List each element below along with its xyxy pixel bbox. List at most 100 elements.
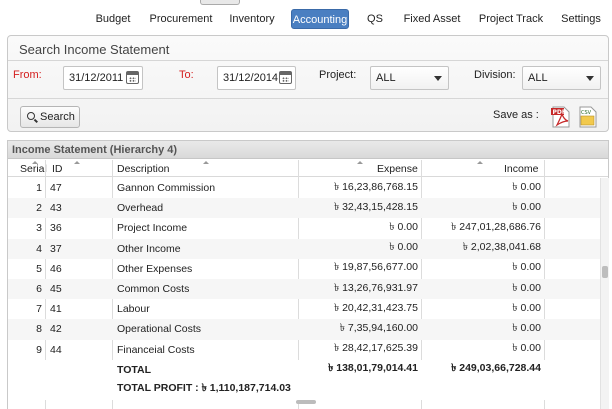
table-row[interactable]: 1 47 Gannon Commission ৳ 16,23,86,768.15 ৳ 0… (8, 178, 601, 198)
cell-serial: 7 (36, 303, 42, 316)
from-date-field[interactable]: 31/12/2011 (63, 66, 143, 90)
sort-icon (477, 161, 483, 164)
sort-icon (357, 161, 363, 164)
table-row[interactable]: 7 41 Labour ৳ 20,42,31,423.75 ৳ 0.00 (8, 299, 601, 319)
cell-empty (545, 379, 601, 401)
search-panel: Search Income Statement From: 31/12/2011… (7, 35, 609, 132)
cell-income: ৳ 0.00 (512, 342, 541, 355)
table-row[interactable]: 6 45 Common Costs ৳ 13,26,76,931.97 ৳ 0.00 (8, 278, 601, 300)
cell-empty (545, 238, 601, 259)
nav-budget[interactable]: Budget (92, 9, 134, 29)
cell-description: Other Income (113, 238, 299, 259)
cell-empty (545, 319, 601, 340)
sort-icon (32, 161, 38, 164)
table-row[interactable]: 9 44 Financeial Costs ৳ 28,42,17,625.39 ৳ 0.… (8, 340, 601, 360)
cell-id: 47 (50, 182, 62, 195)
table-row[interactable]: 4 37 Other Income ৳ 0.00 ৳ 2,02,38,041.68 (8, 238, 601, 259)
cell-expense: ৳ 19,87,56,677.00 (333, 261, 418, 274)
cell-empty (545, 178, 601, 198)
cell-description: Operational Costs (113, 319, 299, 340)
nav-fixed-asset[interactable]: Fixed Asset (402, 9, 462, 29)
cell-income: ৳ 0.00 (422, 319, 545, 340)
cell-expense: ৳ 32,43,15,428.15 (299, 198, 422, 219)
column-header-serial[interactable]: Serial (20, 160, 47, 177)
panel-title: Search Income Statement (19, 42, 170, 57)
column-header-income[interactable]: Income (477, 160, 538, 177)
calendar-icon[interactable] (126, 71, 139, 84)
grid-title: Income Statement (Hierarchy 4) (8, 141, 608, 159)
cell-description: Financeial Costs (117, 343, 195, 356)
scrollbar-thumb[interactable] (602, 266, 608, 278)
table-row[interactable]: 5 46 Other Expenses ৳ 19,87,56,677.00 ৳ 0.00 (8, 259, 601, 279)
cell-expense: ৳ 28,42,17,625.39 (333, 342, 418, 355)
chevron-down-icon (434, 76, 442, 81)
cell-expense: ৳ 20,42,31,423.75 (333, 301, 418, 314)
cell-empty (8, 379, 46, 401)
division-select-value: ALL (528, 72, 548, 84)
calendar-icon[interactable] (279, 71, 292, 84)
nav-inventory[interactable]: Inventory (228, 9, 276, 29)
from-date-value: 31/12/2011 (69, 72, 124, 84)
cell-description: Common Costs (113, 278, 299, 300)
cell-empty (422, 379, 545, 401)
column-header-expense[interactable]: Expense (357, 160, 418, 177)
cell-serial: 1 (36, 182, 42, 195)
top-nav: Budget Procurement Inventory Accounting … (0, 6, 612, 32)
income-statement-grid: Income Statement (Hierarchy 4) Serial ID… (7, 140, 609, 409)
total-expense: ৳ 138,01,79,014.41 (299, 359, 422, 380)
save-as-label: Save as : (493, 109, 539, 121)
cell-id: 46 (50, 262, 62, 275)
cell-serial: 3 (36, 222, 42, 235)
cell-empty (545, 218, 601, 238)
cell-description: Gannon Commission (117, 182, 216, 195)
division-select[interactable]: ALL (522, 66, 601, 90)
cell-serial: 6 (8, 278, 46, 300)
top-drag-handle[interactable] (200, 0, 240, 5)
cell-id: 45 (46, 278, 113, 300)
cell-serial: 4 (8, 238, 46, 259)
sort-icon (74, 161, 80, 164)
cell-serial: 5 (36, 262, 42, 275)
cell-income: ৳ 2,02,38,041.68 (422, 238, 545, 259)
search-button-label: Search (40, 111, 75, 123)
pdf-export-icon[interactable]: PDF (551, 106, 570, 128)
column-header-description[interactable]: Description (117, 160, 209, 177)
nav-project-track[interactable]: Project Track (476, 9, 546, 29)
cell-expense: ৳ 0.00 (299, 238, 422, 259)
svg-text:CSV: CSV (581, 110, 592, 116)
to-date-field[interactable]: 31/12/2014 (217, 66, 296, 90)
cell-description: Project Income (117, 222, 188, 235)
divider (8, 60, 608, 61)
cell-id: 43 (46, 198, 113, 219)
csv-export-icon[interactable]: CSV (578, 106, 597, 128)
vertical-scrollbar[interactable] (600, 178, 609, 409)
total-income: ৳ 249,03,66,728.44 (422, 359, 545, 380)
cell-empty (545, 278, 601, 300)
table-row[interactable]: 8 42 Operational Costs ৳ 7,35,94,160.00 ৳ 0.… (8, 319, 601, 340)
horizontal-scroll-handle[interactable] (296, 400, 316, 404)
cell-serial: 8 (8, 319, 46, 340)
nav-qs[interactable]: QS (364, 9, 386, 29)
project-select[interactable]: ALL (370, 66, 449, 90)
cell-description: Labour (117, 303, 150, 316)
svg-text:PDF: PDF (553, 109, 566, 116)
nav-accounting[interactable]: Accounting (291, 9, 349, 29)
table-row[interactable]: 3 36 Project Income ৳ 0.00 ৳ 247,01,28,686.7… (8, 218, 601, 238)
cell-serial: 2 (8, 198, 46, 219)
to-date-value: 31/12/2014 (223, 72, 279, 84)
search-button[interactable]: Search (20, 106, 80, 128)
total-row: TOTAL ৳ 138,01,79,014.41 ৳ 249,03,66,728.4… (8, 359, 601, 380)
cell-income: ৳ 0.00 (512, 301, 541, 314)
cell-id: 36 (50, 222, 62, 235)
cell-empty (46, 379, 113, 401)
table-row[interactable]: 2 43 Overhead ৳ 32,43,15,428.15 ৳ 0.00 (8, 198, 601, 219)
cell-expense: ৳ 13,26,76,931.97 (299, 278, 422, 300)
divider (8, 98, 608, 99)
nav-procurement[interactable]: Procurement (148, 9, 214, 29)
cell-empty (8, 359, 46, 380)
nav-settings[interactable]: Settings (558, 9, 604, 29)
search-icon (27, 112, 35, 120)
cell-id: 42 (46, 319, 113, 340)
column-header-id[interactable]: ID (52, 160, 80, 177)
total-label: TOTAL (113, 359, 299, 380)
